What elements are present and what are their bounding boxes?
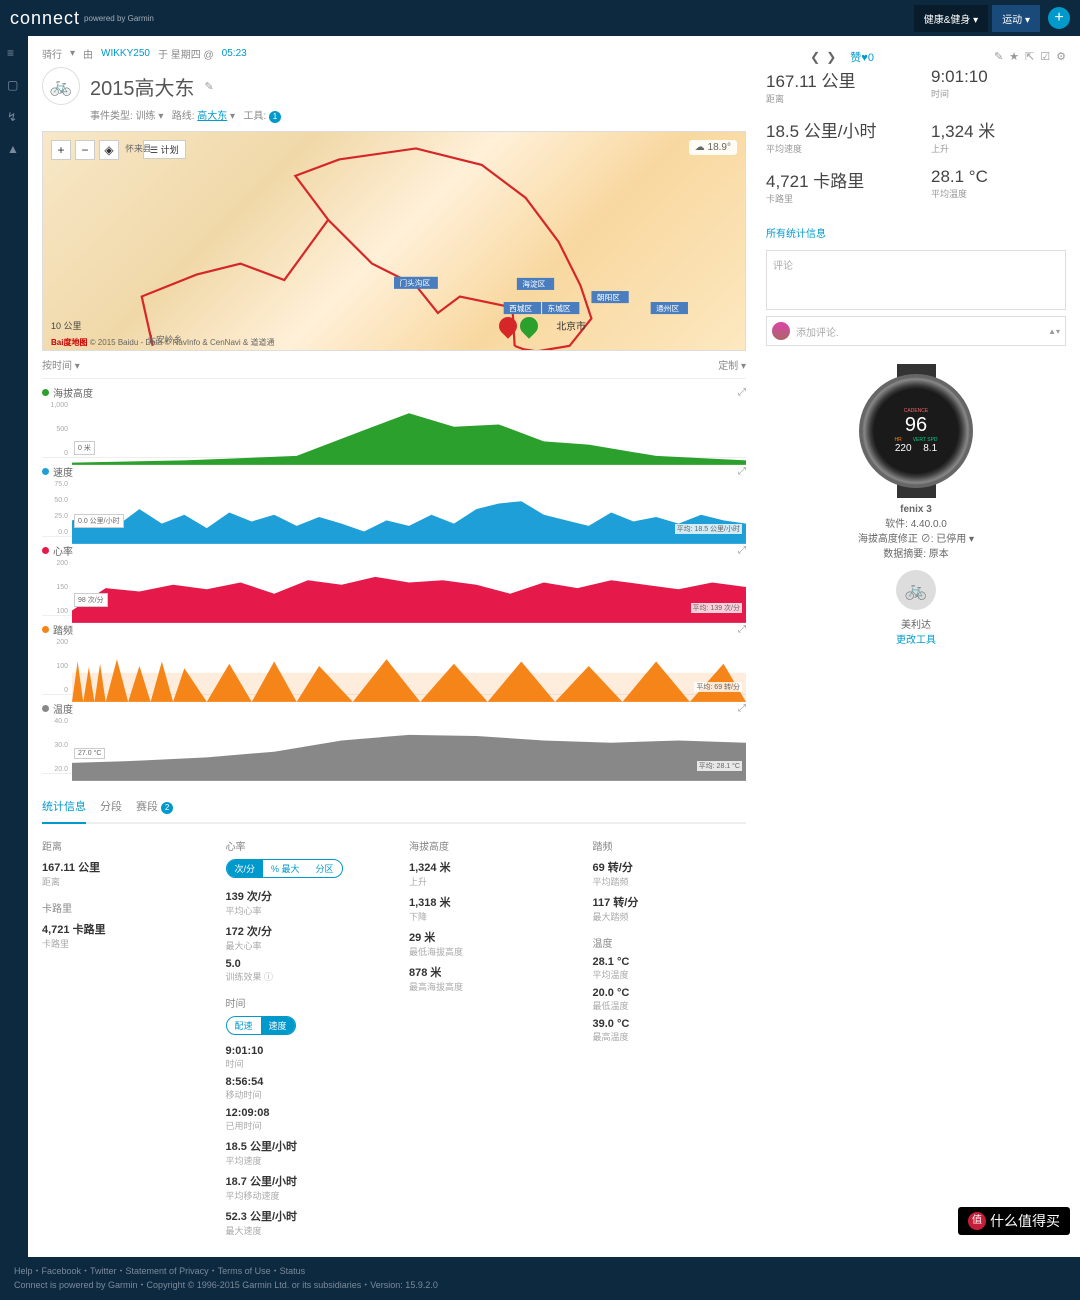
- svg-text:门头沟区: 门头沟区: [399, 278, 430, 288]
- route-link[interactable]: 高大东: [197, 111, 227, 122]
- map-route-line: 门头沟区 西城区 朝阳区 通州区 海淀区 东城区 北京市 大安岭乡 怀来县: [43, 132, 745, 351]
- svg-text:怀来县: 怀来县: [125, 143, 152, 154]
- svg-text:北京市: 北京市: [556, 319, 586, 332]
- svg-text:通州区: 通州区: [656, 303, 679, 313]
- hr-unit-pills[interactable]: 次/分% 最大分区: [226, 859, 343, 878]
- likes-count[interactable]: 赞♥0: [850, 49, 874, 65]
- time-axis-toggle[interactable]: 按时间 ▾: [42, 357, 80, 372]
- expand-icon[interactable]: ⤢: [738, 624, 746, 635]
- logo: connect: [10, 8, 80, 29]
- svg-text:朝阳区: 朝阳区: [597, 293, 620, 302]
- edit-icon[interactable]: ✎: [994, 50, 1003, 63]
- activity-title: 2015高大东: [90, 72, 195, 101]
- user-link[interactable]: WIKKY250: [101, 48, 150, 59]
- activity-subheader: 事件类型: 训练 ▾ 路线: 高大东 ▾ 工具: 1: [90, 107, 746, 123]
- export-icon[interactable]: ⇱: [1025, 50, 1034, 63]
- elevation-graph: 海拔高度⤢ 1,0005000 0 米: [42, 385, 746, 458]
- expand-icon[interactable]: ⤢: [738, 545, 746, 556]
- temperature-graph: 温度⤢ 40.030.020.0 27.0 °C 平均: 28.1 °C: [42, 701, 746, 774]
- logo-subtitle: powered by Garmin: [84, 14, 154, 23]
- customize-toggle[interactable]: 定制 ▾: [718, 357, 746, 372]
- top-bar: connect powered by Garmin 健康&健身 ▾ 运动 ▾ +: [0, 0, 1080, 36]
- breadcrumb: 骑行 ▾ 由 WIKKY250 于 星期四 @ 05:23: [42, 46, 810, 61]
- time-link[interactable]: 05:23: [222, 48, 247, 59]
- dashboard-icon[interactable]: ▢: [7, 78, 21, 92]
- sidebar: ≡ ▢ ↯ ▲: [0, 36, 28, 1257]
- change-gear-link[interactable]: 更改工具: [766, 631, 1066, 646]
- map-scale: 10 公里: [51, 319, 82, 332]
- map-attribution: Bai度地图 © 2015 Baidu - Data © NavInfo & C…: [51, 337, 274, 348]
- main-content: 骑行 ▾ 由 WIKKY250 于 星期四 @ 05:23 ❮ ❯ 赞♥0 ✎ …: [28, 36, 1080, 1257]
- summary-stats: 167.11 公里距离 9:01:10时间 18.5 公里/小时平均速度 1,3…: [766, 67, 1066, 215]
- watermark: 值什么值得买: [958, 1207, 1070, 1235]
- all-stats-link[interactable]: 所有统计信息: [766, 225, 1066, 240]
- avatar: [772, 322, 790, 340]
- device-image: CADENCE 96 HRVERT SPD 2208.1: [851, 366, 981, 496]
- add-button[interactable]: +: [1048, 7, 1070, 29]
- speed-graph: 速度⤢ 75.050.025.00.0 0.0 公里/小时 平均: 18.5 公…: [42, 464, 746, 537]
- profile-icon[interactable]: ▲: [7, 142, 21, 156]
- edit-title-icon[interactable]: ✎: [205, 80, 214, 93]
- tab-stats[interactable]: 统计信息: [42, 790, 86, 824]
- device-name: fenix 3: [766, 504, 1066, 515]
- elev-correction-toggle[interactable]: 海拔高度修正 ⊘: 已停用 ▾: [766, 530, 1066, 545]
- expand-icon[interactable]: ⤢: [738, 466, 746, 477]
- gear-name: 美利达: [766, 616, 1066, 631]
- activity-icon[interactable]: ↯: [7, 110, 21, 124]
- menu-icon[interactable]: ≡: [7, 46, 21, 60]
- share-icon[interactable]: ☑: [1040, 50, 1050, 63]
- graph-controls: 按时间 ▾ 定制 ▾: [42, 351, 746, 379]
- svg-text:海淀区: 海淀区: [522, 279, 545, 289]
- comment-input[interactable]: 添加评论. ▲▾: [766, 316, 1066, 346]
- comment-box: 评论: [766, 250, 1066, 310]
- prev-activity-button[interactable]: ❮: [810, 50, 820, 64]
- footer-copyright: Connect is powered by Garmin・Copyright ©…: [14, 1279, 1066, 1293]
- time-unit-pills[interactable]: 配速速度: [226, 1016, 296, 1035]
- detail-stats: 距离 167.11 公里距离 卡路里 4,721 卡路里卡路里 心率 次/分% …: [42, 838, 746, 1237]
- tab-laps[interactable]: 分段: [100, 790, 122, 822]
- cycling-icon: 🚲: [42, 67, 80, 105]
- spinner-icon: ▲▾: [1048, 327, 1060, 336]
- stats-tabs: 统计信息 分段 赛段 2: [42, 790, 746, 824]
- svg-text:东城区: 东城区: [548, 303, 571, 313]
- nav-sport-button[interactable]: 运动 ▾: [992, 5, 1040, 32]
- svg-text:西城区: 西城区: [509, 304, 532, 313]
- footer-links[interactable]: Help・Facebook・Twitter・Statement of Priva…: [14, 1265, 1066, 1279]
- settings-icon[interactable]: ⚙: [1056, 50, 1066, 63]
- gear-bike-icon: 🚲: [896, 570, 936, 610]
- activity-map[interactable]: + − ◈ ☰ 计划 ☁ 18.9° 门头沟区 西城区 朝阳区 通州区 海淀区: [42, 131, 746, 351]
- expand-icon[interactable]: ⤢: [738, 387, 746, 398]
- tab-segments[interactable]: 赛段 2: [136, 790, 173, 822]
- star-icon[interactable]: ★: [1009, 50, 1019, 63]
- next-activity-button[interactable]: ❯: [826, 50, 836, 64]
- cadence-graph: 踏频⤢ 2001000 平均: 69 转/分: [42, 622, 746, 695]
- device-section: CADENCE 96 HRVERT SPD 2208.1 fenix 3 软件:…: [766, 366, 1066, 646]
- heartrate-graph: 心率⤢ 200150100 98 次/分 平均: 139 次/分: [42, 543, 746, 616]
- footer: Help・Facebook・Twitter・Statement of Priva…: [0, 1257, 1080, 1300]
- nav-health-button[interactable]: 健康&健身 ▾: [914, 5, 988, 32]
- expand-icon[interactable]: ⤢: [738, 703, 746, 714]
